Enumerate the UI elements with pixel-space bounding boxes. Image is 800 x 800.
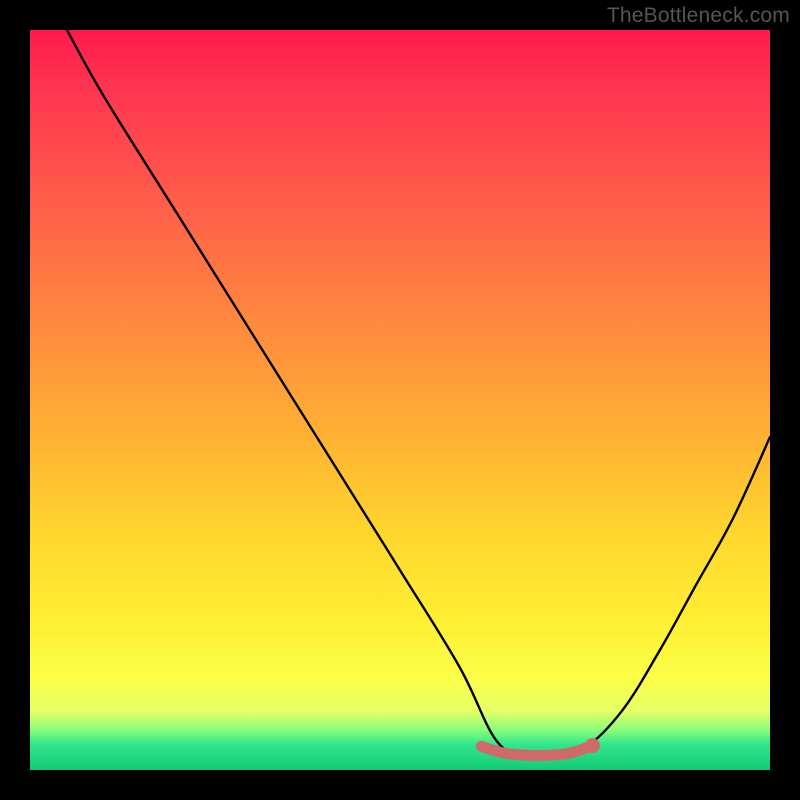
- chart-svg: [30, 30, 770, 770]
- trough-end-dot: [585, 738, 600, 753]
- plot-area: [30, 30, 770, 770]
- chart-frame: TheBottleneck.com: [0, 0, 800, 800]
- watermark-text: TheBottleneck.com: [607, 4, 790, 28]
- bottleneck-curve-path: [67, 30, 770, 757]
- trough-marker-path: [481, 746, 592, 756]
